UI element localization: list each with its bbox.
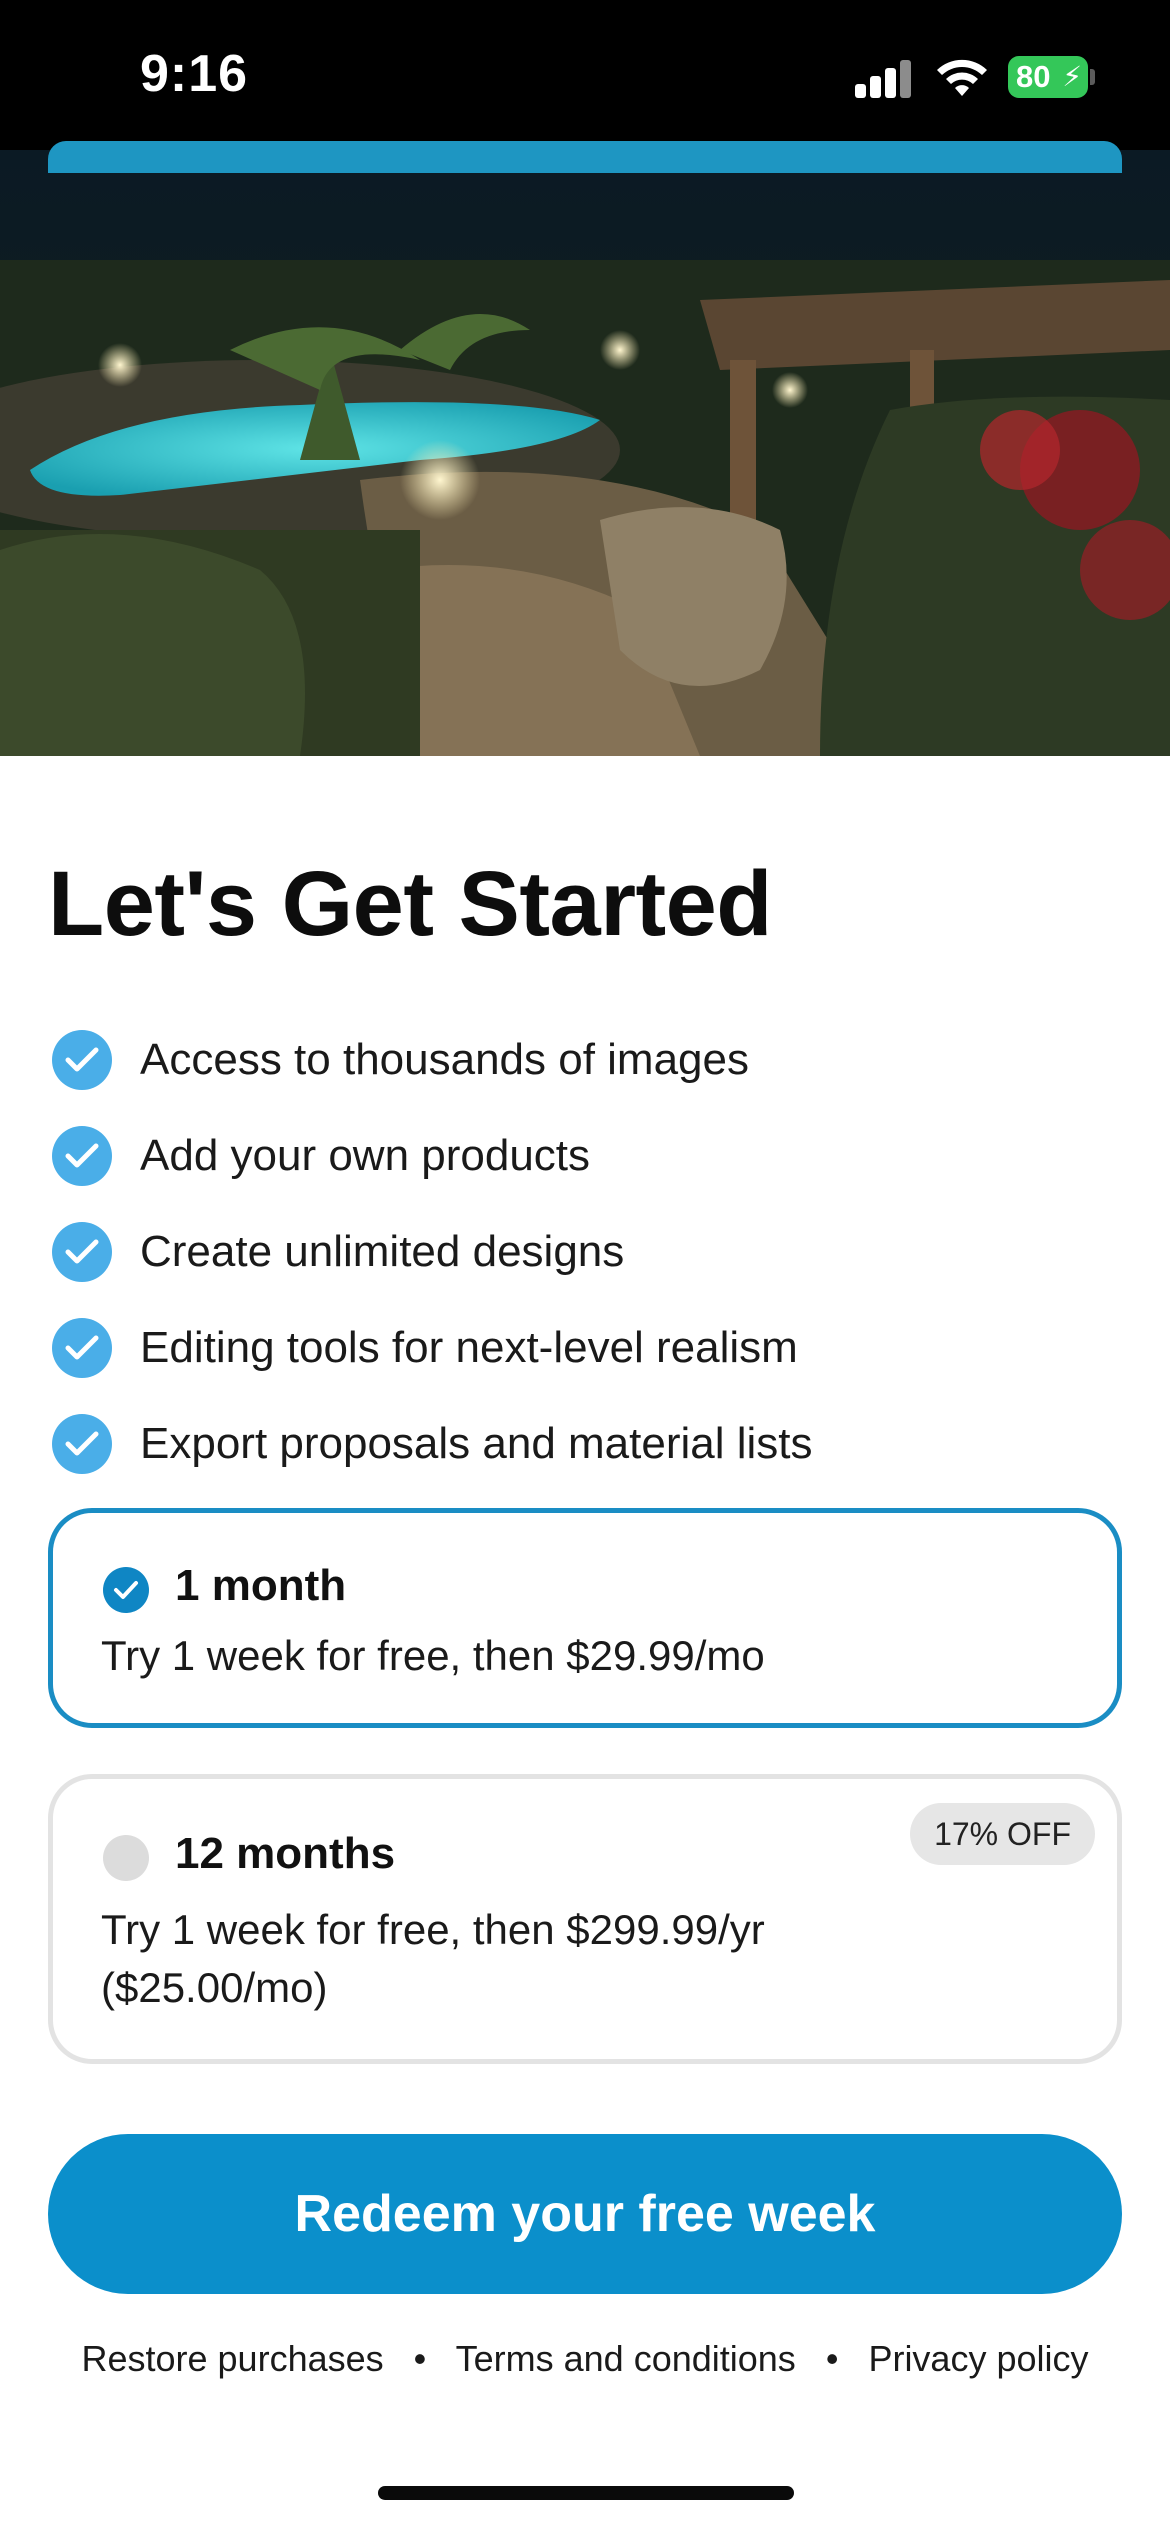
plan-description-line: ($25.00/mo) <box>101 1964 328 2011</box>
redeem-button[interactable]: Redeem your free week <box>48 2134 1122 2294</box>
page-title: Let's Get Started <box>48 853 773 955</box>
home-indicator <box>378 2486 794 2500</box>
feature-label: Create unlimited designs <box>140 1227 625 1276</box>
hero-image <box>0 150 1170 756</box>
checkmark-icon <box>52 1318 112 1378</box>
feature-item: Editing tools for next-level realism <box>52 1300 1132 1396</box>
feature-item: Create unlimited designs <box>52 1204 1132 1300</box>
battery-level: 80 <box>1016 59 1051 94</box>
separator-dot: • <box>413 2338 427 2379</box>
plan-description-line: Try 1 week for free, then $299.99/yr <box>101 1906 765 1953</box>
checkmark-icon <box>52 1030 112 1090</box>
checkmark-icon <box>52 1126 112 1186</box>
feature-item: Access to thousands of images <box>52 1012 1132 1108</box>
discount-badge: 17% OFF <box>910 1803 1095 1865</box>
checkmark-icon <box>52 1414 112 1474</box>
battery-tip <box>1090 69 1095 85</box>
feature-label: Add your own products <box>140 1131 591 1180</box>
feature-item: Export proposals and material lists <box>52 1396 1132 1492</box>
radio-unchecked-icon[interactable] <box>103 1835 149 1881</box>
radio-checked-icon[interactable] <box>103 1567 149 1613</box>
top-accent-bar <box>48 141 1122 173</box>
wifi-icon <box>937 59 987 96</box>
checkmark-icon <box>52 1222 112 1282</box>
plan-description: Try 1 week for free, then $299.99/yr ($2… <box>101 1901 1001 2017</box>
feature-list: Access to thousands of images Add your o… <box>52 1012 1132 1492</box>
privacy-link[interactable]: Privacy policy <box>868 2338 1088 2379</box>
feature-label: Access to thousands of images <box>140 1035 749 1084</box>
plan-name: 1 month <box>175 1561 347 1610</box>
plan-option-monthly[interactable]: 1 month Try 1 week for free, then $29.99… <box>48 1508 1122 1728</box>
garden-pool-photo <box>0 150 1170 756</box>
terms-link[interactable]: Terms and conditions <box>456 2338 796 2379</box>
status-bar: 9:16 80 ⚡ <box>0 0 1170 150</box>
battery-icon: 80 ⚡ <box>1008 56 1088 98</box>
feature-label: Export proposals and material lists <box>140 1419 813 1468</box>
plan-description: Try 1 week for free, then $29.99/mo <box>101 1632 765 1679</box>
footer-links: Restore purchases • Terms and conditions… <box>0 2338 1170 2380</box>
feature-label: Editing tools for next-level realism <box>140 1323 798 1372</box>
plan-option-yearly[interactable]: 12 months 17% OFF Try 1 week for free, t… <box>48 1774 1122 2064</box>
charging-bolt-icon: ⚡ <box>1062 61 1082 92</box>
plan-name: 12 months <box>175 1829 396 1878</box>
feature-item: Add your own products <box>52 1108 1132 1204</box>
restore-purchases-link[interactable]: Restore purchases <box>81 2338 383 2379</box>
signal-icon <box>855 58 913 98</box>
status-time: 9:16 <box>140 45 249 103</box>
separator-dot: • <box>825 2338 839 2379</box>
